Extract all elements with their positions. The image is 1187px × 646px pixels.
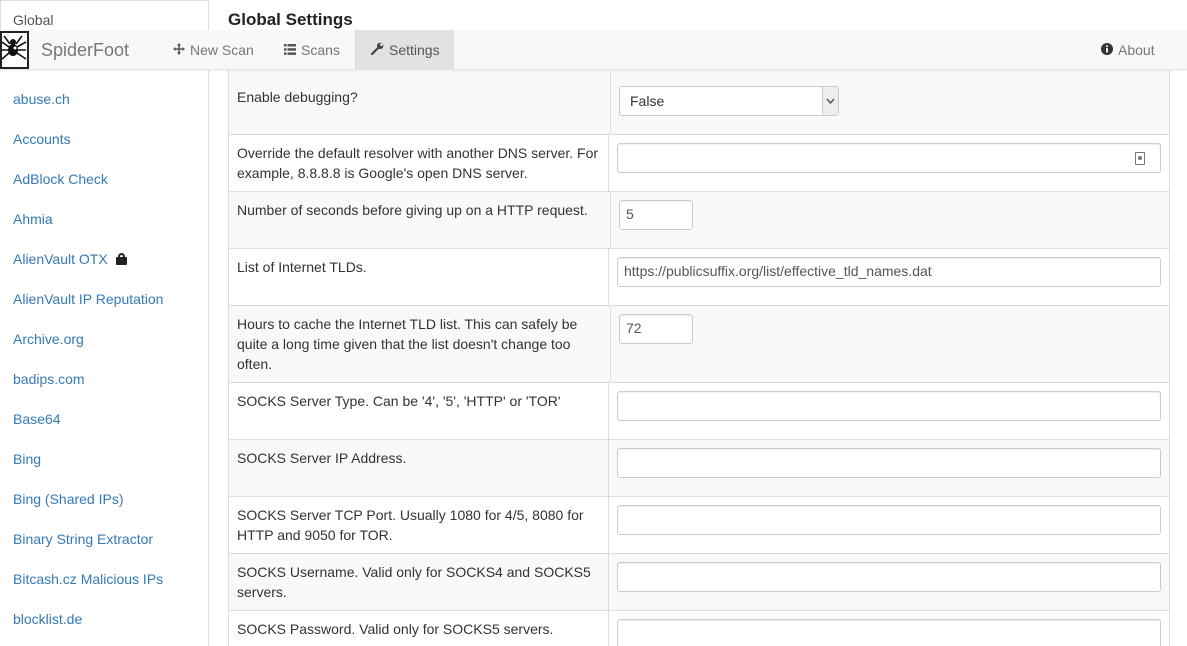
info-icon (1101, 42, 1113, 58)
chevron-down-icon (822, 87, 838, 115)
sidebar-module-list: abuse.ch Accounts AdBlock Check Ahmia Al… (0, 79, 208, 639)
sidebar-item-label: AlienVault IP Reputation (13, 291, 164, 307)
nav-new-scan[interactable]: New Scan (158, 30, 269, 70)
settings-row: Override the default resolver with anoth… (228, 135, 1170, 192)
sidebar-item-bitcash[interactable]: Bitcash.cz Malicious IPs (0, 559, 208, 599)
sidebar-item-bing[interactable]: Bing (0, 439, 208, 479)
socks-password-input[interactable] (617, 619, 1161, 646)
sidebar-item-accounts[interactable]: Accounts (0, 119, 208, 159)
brand[interactable]: SpiderFoot (0, 30, 129, 70)
sidebar-item-alienvault-otx[interactable]: AlienVault OTX (0, 239, 208, 279)
contact-card-icon (1135, 152, 1145, 165)
brand-name: SpiderFoot (41, 39, 130, 60)
sidebar-item-label: Bing (13, 451, 42, 467)
list-icon (284, 42, 296, 58)
setting-label: SOCKS Server Type. Can be '4', '5', 'HTT… (229, 383, 609, 439)
wrench-icon (370, 42, 384, 58)
lock-icon (115, 253, 127, 265)
sidebar-item-base64[interactable]: Base64 (0, 399, 208, 439)
tld-list-url-input[interactable]: https://publicsuffix.org/list/effective_… (617, 257, 1161, 287)
module-sidebar: Global abuse.ch Accounts AdBlock Check A… (0, 0, 209, 646)
sidebar-item-label: Bing (Shared IPs) (13, 491, 124, 507)
settings-row: Enable debugging? False (228, 70, 1170, 135)
setting-label: List of Internet TLDs. (229, 249, 609, 305)
sidebar-item-binary-string-extractor[interactable]: Binary String Extractor (0, 519, 208, 559)
settings-row: SOCKS Username. Valid only for SOCKS4 an… (228, 554, 1170, 611)
sidebar-item-ahmia[interactable]: Ahmia (0, 199, 208, 239)
move-icon (173, 42, 185, 58)
socks-username-input[interactable] (617, 562, 1161, 592)
dns-server-input[interactable] (617, 143, 1161, 173)
socks-type-input[interactable] (617, 391, 1161, 421)
settings-row: Hours to cache the Internet TLD list. Th… (228, 306, 1170, 383)
settings-row: SOCKS Server TCP Port. Usually 1080 for … (228, 497, 1170, 554)
debug-select[interactable]: False (619, 86, 839, 116)
sidebar-item-label: Binary String Extractor (13, 531, 154, 547)
page-title: Global Settings (228, 10, 353, 29)
tld-cache-hours-input[interactable]: 72 (619, 314, 693, 344)
sidebar-item-label: Base64 (13, 411, 61, 427)
settings-row: Number of seconds before giving up on a … (228, 192, 1170, 249)
sidebar-item-adblock-check[interactable]: AdBlock Check (0, 159, 208, 199)
socks-address-input[interactable] (617, 448, 1161, 478)
setting-label: Enable debugging? (229, 70, 611, 134)
nav-about[interactable]: About (1086, 30, 1170, 70)
sidebar-item-label: Archive.org (13, 331, 84, 347)
sidebar-item-label: Ahmia (13, 211, 53, 227)
settings-table: Enable debugging? False Override the def… (228, 70, 1170, 646)
sidebar-item-alienvault-ip-reputation[interactable]: AlienVault IP Reputation (0, 279, 208, 319)
sidebar-item-bing-shared-ips[interactable]: Bing (Shared IPs) (0, 479, 208, 519)
nav-about-label: About (1118, 42, 1155, 58)
sidebar-item-archive-org[interactable]: Archive.org (0, 319, 208, 359)
nav-new-scan-label: New Scan (190, 42, 254, 58)
setting-label: SOCKS Username. Valid only for SOCKS4 an… (229, 554, 609, 610)
settings-row: SOCKS Server IP Address. (228, 440, 1170, 497)
setting-label: Hours to cache the Internet TLD list. Th… (229, 306, 611, 382)
settings-row: SOCKS Server Type. Can be '4', '5', 'HTT… (228, 383, 1170, 440)
sidebar-item-label: Global (13, 12, 54, 28)
sidebar-item-label: abuse.ch (13, 91, 70, 107)
setting-label: Number of seconds before giving up on a … (229, 192, 611, 248)
debug-select-value: False (630, 93, 665, 109)
sidebar-item-label: Accounts (13, 131, 71, 147)
spider-logo-icon (0, 31, 29, 69)
sidebar-item-label: AlienVault OTX (13, 251, 108, 267)
nav-settings-label: Settings (389, 42, 440, 58)
nav-scans-label: Scans (301, 42, 340, 58)
settings-row: SOCKS Password. Valid only for SOCKS5 se… (228, 611, 1170, 646)
sidebar-item-abuse-ch[interactable]: abuse.ch (0, 79, 208, 119)
nav-scans[interactable]: Scans (269, 30, 355, 70)
setting-label: SOCKS Server TCP Port. Usually 1080 for … (229, 497, 609, 553)
sidebar-item-label: badips.com (13, 371, 85, 387)
http-timeout-input[interactable]: 5 (619, 200, 693, 230)
setting-label: Override the default resolver with anoth… (229, 135, 609, 191)
nav-settings[interactable]: Settings (355, 30, 454, 70)
sidebar-item-label: Bitcash.cz Malicious IPs (13, 571, 164, 587)
sidebar-item-blocklist-de[interactable]: blocklist.de (0, 599, 208, 639)
socks-port-input[interactable] (617, 505, 1161, 535)
setting-label: SOCKS Server IP Address. (229, 440, 609, 496)
sidebar-item-badips[interactable]: badips.com (0, 359, 208, 399)
top-navbar: SpiderFoot New Scan Scans Settings About (0, 30, 1187, 70)
settings-row: List of Internet TLDs. https://publicsuf… (228, 249, 1170, 306)
sidebar-item-label: blocklist.de (13, 611, 83, 627)
setting-label: SOCKS Password. Valid only for SOCKS5 se… (229, 611, 609, 646)
sidebar-item-label: AdBlock Check (13, 171, 108, 187)
